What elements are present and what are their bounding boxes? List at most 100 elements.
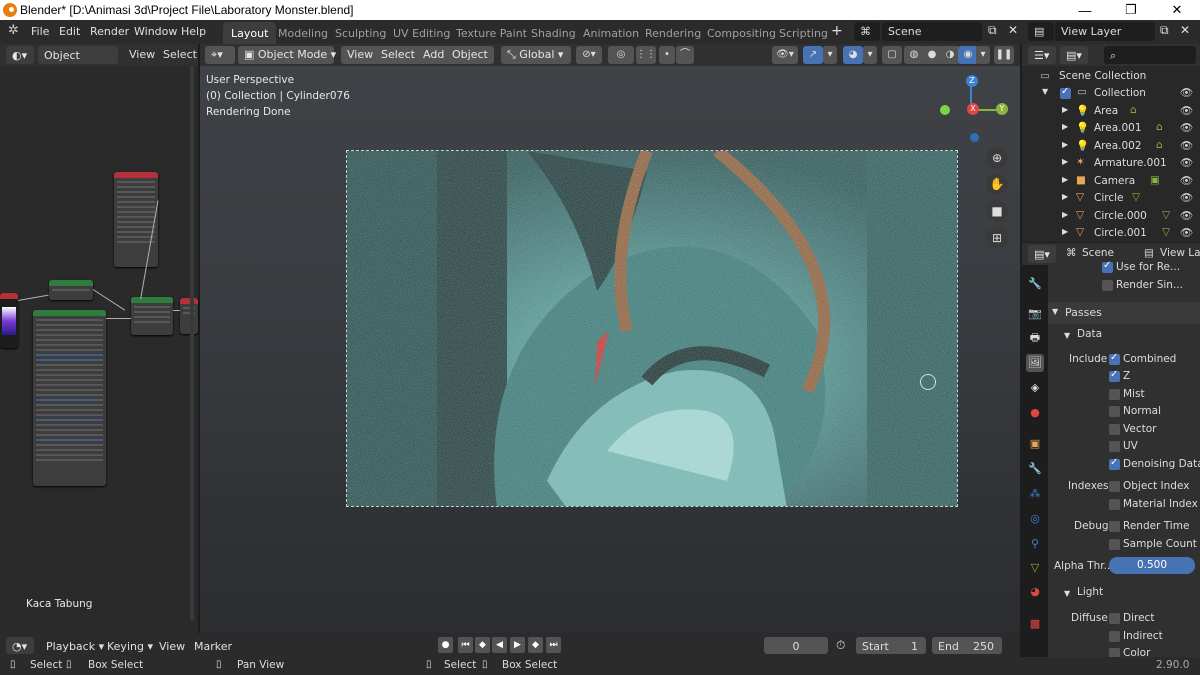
new-view-layer-icon[interactable]: ⧉ [1160, 23, 1169, 38]
object-index-checkbox[interactable] [1109, 481, 1120, 492]
outliner-item[interactable]: ▶ 💡 Area.002 ⌂ 👁 [1022, 138, 1200, 156]
visibility-eye-icon[interactable]: 👁 [1180, 226, 1193, 239]
timeline-playback-menu[interactable]: Playback ▾ [46, 640, 104, 653]
properties-editor-icon[interactable]: ▤▾ [1028, 245, 1056, 263]
outliner-editor-icon[interactable]: ☰▾ [1028, 46, 1056, 64]
physics-tab-icon[interactable]: ◎ [1026, 510, 1044, 528]
pass-vector-checkbox[interactable] [1109, 424, 1120, 435]
scene-selector-icon[interactable]: ⌘ [854, 22, 880, 41]
node-object-dropdown[interactable]: Object [38, 46, 118, 64]
outliner-search-input[interactable]: ⌕ [1104, 46, 1196, 64]
material-output-node[interactable] [180, 298, 198, 334]
pass-mist-checkbox[interactable] [1109, 389, 1120, 400]
visibility-eye-icon[interactable]: 👁 [1180, 104, 1193, 117]
transform-orientation-dropdown[interactable]: ⤡ Global ▾ [501, 46, 571, 64]
expand-arrow-icon[interactable]: ▶ [1062, 105, 1068, 114]
display-mode-icon[interactable]: ▤▾ [1060, 46, 1088, 64]
viewport-menu-object[interactable]: Object [446, 46, 494, 64]
expand-arrow-icon[interactable]: ▶ [1062, 122, 1068, 131]
prev-keyframe-icon[interactable]: ◆ [475, 637, 490, 653]
visibility-eye-icon[interactable]: 👁 [1180, 86, 1193, 99]
expand-arrow-icon[interactable]: ▶ [1062, 227, 1068, 236]
collapse-arrow-icon[interactable]: ▼ [1064, 589, 1070, 598]
end-frame-field[interactable]: End 250 [932, 637, 1002, 654]
visibility-eye-icon[interactable]: 👁 [1180, 209, 1193, 222]
diffuse-direct-checkbox[interactable] [1109, 613, 1120, 624]
overlay-dropdown-icon[interactable]: ▾ [863, 46, 877, 64]
outliner-item[interactable]: ▶ 💡 Area.001 ⌂ 👁 [1022, 120, 1200, 138]
timeline-keying-menu[interactable]: Keying ▾ [107, 640, 153, 653]
start-frame-field[interactable]: Start 1 [856, 637, 926, 654]
material-index-checkbox[interactable] [1109, 499, 1120, 510]
outliner-item[interactable]: ▶ 💡 Area ⌂ 👁 [1022, 103, 1200, 121]
pivot-point-icon[interactable]: ⊘▾ [576, 46, 602, 64]
xray-toggle-icon[interactable]: ▢ [882, 46, 902, 64]
shading-dropdown-icon[interactable]: ▾ [976, 46, 990, 64]
material-shading-icon[interactable]: ◑ [940, 46, 960, 64]
pause-render-icon[interactable]: ❚❚ [994, 46, 1014, 64]
passes-panel-header[interactable]: ▼ Passes [1048, 302, 1200, 324]
gizmo-toggle-icon[interactable]: ↗ [803, 46, 823, 64]
stopwatch-icon[interactable]: ⏱ [836, 638, 845, 653]
proportional-edit-icon[interactable]: • [659, 46, 675, 64]
transparent-bsdf-node[interactable] [49, 280, 93, 300]
color-ramp-node[interactable] [0, 293, 18, 348]
expand-arrow-icon[interactable]: ▶ [1062, 140, 1068, 149]
new-scene-icon[interactable]: ⧉ [988, 23, 997, 38]
outliner-item[interactable]: ▶ ▽ Circle.000 ▽ 👁 [1022, 208, 1200, 226]
output-tab-icon[interactable]: 🖶 [1026, 329, 1044, 347]
navigation-gizmo[interactable]: Z X Y [940, 75, 1010, 145]
solid-shading-icon[interactable]: ● [922, 46, 942, 64]
outliner-item[interactable]: ▶ ▽ Circle.001 ▽ 👁 [1022, 225, 1200, 243]
visibility-eye-icon[interactable]: 👁 [1180, 174, 1193, 187]
object-mode-dropdown[interactable]: ▣ Object Mode ▾ [238, 46, 336, 64]
pass-denoising-checkbox[interactable] [1109, 457, 1120, 470]
principled-bsdf-node[interactable] [33, 310, 106, 486]
texture-tab-icon[interactable]: ▩ [1026, 615, 1044, 633]
scene-tab-icon[interactable]: ◈ [1026, 379, 1044, 397]
jump-end-icon[interactable]: ⏭ [546, 637, 561, 653]
menu-render[interactable]: Render [90, 25, 129, 38]
expand-arrow-icon[interactable]: ▼ [1042, 87, 1048, 96]
node-editor-scrollbar[interactable] [190, 66, 194, 621]
play-reverse-icon[interactable]: ◀ [492, 637, 507, 653]
constraints-tab-icon[interactable]: ⚲ [1026, 535, 1044, 553]
gizmo-x-axis[interactable]: X [967, 103, 979, 115]
mix-shader-node[interactable] [131, 297, 173, 335]
light-subpanel-label[interactable]: Light [1077, 586, 1103, 598]
tab-layout[interactable]: Layout [223, 22, 277, 44]
expand-arrow-icon[interactable]: ▶ [1062, 157, 1068, 166]
editor-type-icon[interactable]: ◐▾ [6, 46, 34, 64]
delete-scene-icon[interactable]: ✕ [1008, 23, 1018, 37]
camera-view-icon[interactable]: ■ [986, 200, 1008, 222]
menu-help[interactable]: Help [181, 25, 206, 38]
menu-window[interactable]: Window [134, 25, 177, 38]
node-menu-select[interactable]: Select [163, 48, 197, 61]
delete-view-layer-icon[interactable]: ✕ [1180, 23, 1190, 37]
editor-type-icon[interactable]: ⌖▾ [205, 46, 235, 64]
timeline-editor-icon[interactable]: ◔▾ [6, 637, 34, 654]
use-for-render-checkbox[interactable] [1102, 260, 1113, 273]
overlay-toggle-icon[interactable]: ◕ [843, 46, 863, 64]
visibility-eye-icon[interactable]: 👁 [1180, 121, 1193, 134]
add-workspace-button[interactable]: + [831, 23, 843, 39]
light-path-node[interactable] [114, 172, 158, 267]
tool-tab-icon[interactable]: 🔧 [1026, 275, 1044, 293]
next-keyframe-icon[interactable]: ◆ [528, 637, 543, 653]
rendered-shading-icon[interactable]: ◉ [958, 46, 978, 64]
render-single-layer-checkbox[interactable] [1102, 280, 1113, 291]
alpha-threshold-field[interactable]: 0.500 [1109, 557, 1195, 574]
material-tab-icon[interactable]: ◕ [1026, 583, 1044, 601]
jump-start-icon[interactable]: ⏮ [458, 637, 473, 653]
pass-combined-checkbox[interactable] [1109, 352, 1120, 365]
gizmo-y-axis[interactable]: Y [996, 103, 1008, 115]
menu-file[interactable]: File [31, 25, 49, 38]
particles-tab-icon[interactable]: ⁂ [1026, 485, 1044, 503]
gizmo-neg-y[interactable] [940, 105, 950, 115]
visibility-eye-icon[interactable]: 👁 [1180, 139, 1193, 152]
scene-name-field[interactable]: Scene [882, 22, 982, 41]
outliner-item[interactable]: ▶ ▽ Circle ▽ 👁 [1022, 190, 1200, 208]
gizmo-neg-z[interactable] [970, 133, 979, 142]
wireframe-shading-icon[interactable]: ◍ [904, 46, 924, 64]
menu-edit[interactable]: Edit [59, 25, 80, 38]
